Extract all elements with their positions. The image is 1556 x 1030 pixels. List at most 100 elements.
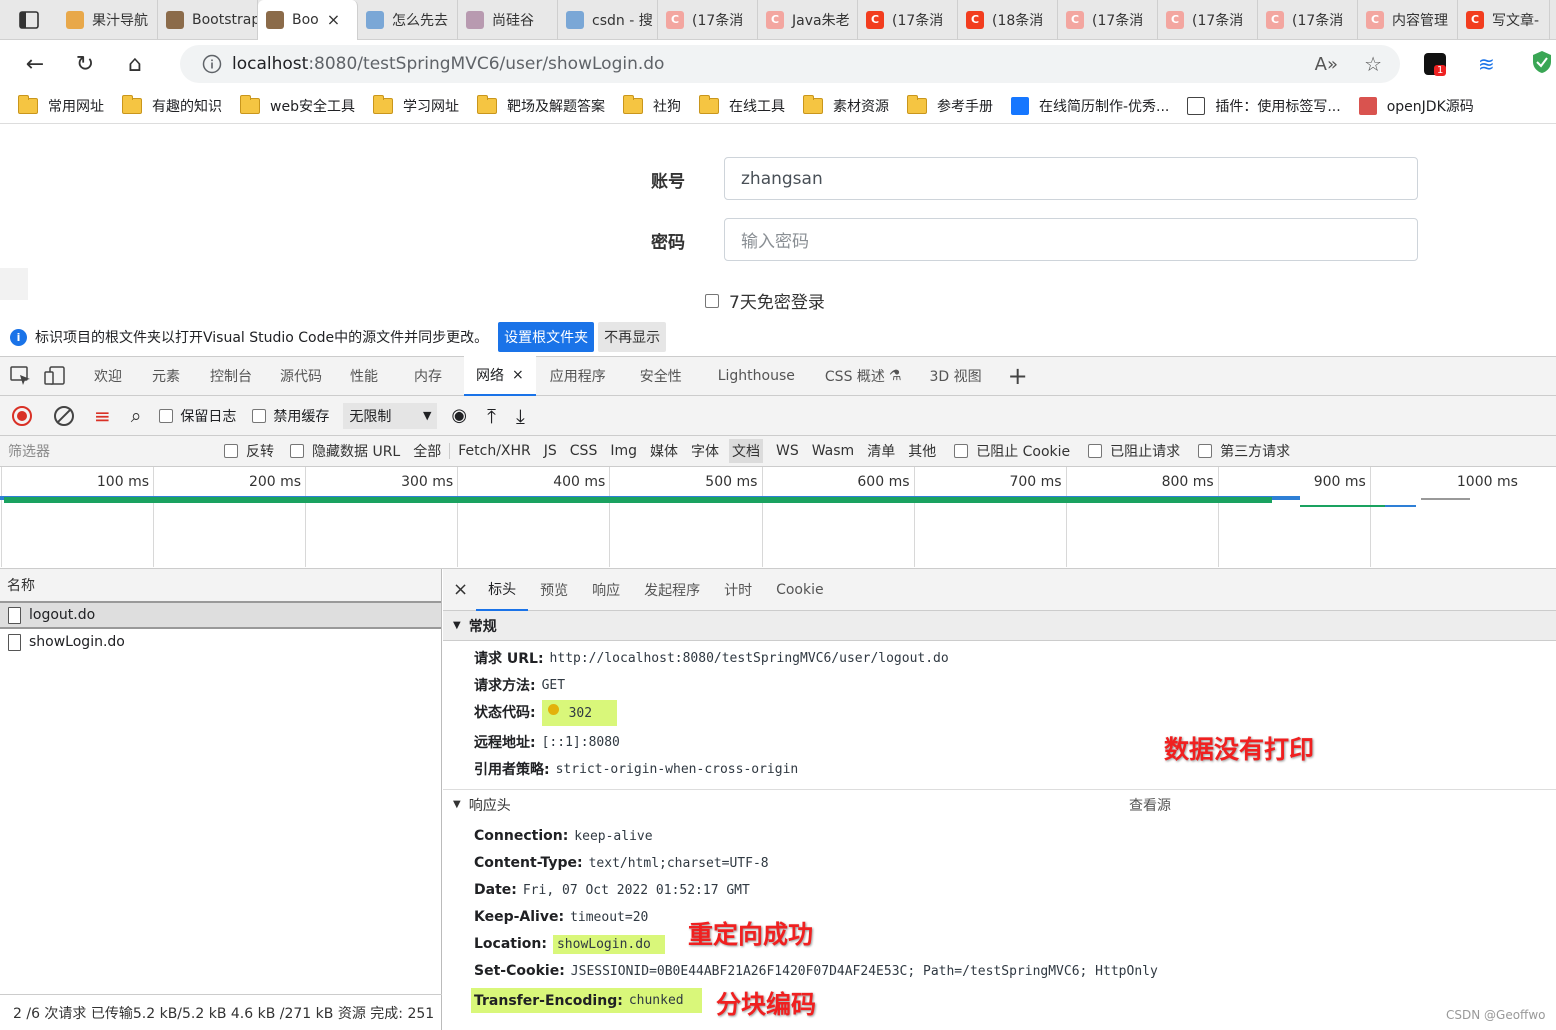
devtools-tab[interactable]: Lighthouse [702, 356, 811, 396]
devtools-tab[interactable]: 性能 [336, 356, 392, 396]
browser-tab[interactable]: C (17条消 [1158, 0, 1258, 40]
dont-show-again-button[interactable]: 不再显示 [598, 322, 667, 352]
browser-tab[interactable]: 尚硅谷 [458, 0, 558, 40]
bookmark-folder[interactable]: web安全工具 [240, 94, 355, 116]
back-button[interactable]: ← [10, 44, 60, 84]
password-input[interactable]: 输入密码 [724, 218, 1418, 261]
filter-checkbox[interactable] [290, 444, 304, 458]
browser-tab[interactable]: C (18条消 [958, 0, 1058, 40]
devtools-tab[interactable]: 源代码 [266, 356, 336, 396]
bookmark-folder[interactable]: 常用网址 [18, 94, 104, 116]
address-bar[interactable]: localhost:8080/testSpringMVC6/user/showL… [180, 45, 1400, 83]
inspect-element-button[interactable] [0, 356, 38, 396]
remember-me[interactable]: 7天免密登录 [705, 288, 825, 313]
collections-icon[interactable]: ≋ [1478, 52, 1495, 76]
bookmark-folder[interactable]: 在线工具 [698, 94, 785, 116]
bookmark-folder[interactable]: 学习网址 [372, 94, 459, 116]
bookmark-link[interactable]: openJDK源码 [1358, 96, 1474, 116]
search-icon[interactable]: ⌕ [131, 405, 142, 427]
browser-tab[interactable]: C (17条消 [1058, 0, 1158, 40]
filter-type-5[interactable]: 媒体 [650, 441, 678, 461]
extension-icon[interactable]: 1 [1424, 53, 1447, 76]
filter-checkbox[interactable] [1198, 444, 1213, 458]
browser-tab[interactable]: C (17条消 [1258, 0, 1358, 40]
details-tab[interactable]: 预览 [528, 569, 580, 611]
tab-close-icon[interactable]: × [512, 367, 524, 383]
name-column-header[interactable]: 名称 [0, 569, 441, 603]
bookmark-link[interactable]: 插件：使用标签写... [1187, 96, 1341, 116]
devtools-tab[interactable]: 欢迎 [80, 356, 136, 396]
reload-button[interactable]: ↻ [60, 44, 110, 84]
browser-tab[interactable]: Bootstrap [158, 0, 258, 40]
browser-tab[interactable]: C (17条消 [658, 0, 758, 40]
record-icon[interactable] [12, 405, 32, 426]
details-tab[interactable]: 响应 [580, 569, 632, 611]
details-tab[interactable]: 发起程序 [632, 569, 712, 611]
request-row[interactable]: logout.do [0, 603, 441, 629]
bookmark-folder[interactable]: 有趣的知识 [122, 94, 222, 116]
devtools-tab[interactable]: 元素 [136, 356, 196, 396]
filter-type-9[interactable]: Wasm [812, 443, 854, 459]
filter-type-2[interactable]: JS [544, 443, 557, 459]
devtools-tab[interactable]: 安全性 [620, 356, 702, 396]
response-headers-section-header[interactable]: ▼ 响应头 查看源 [443, 789, 1556, 819]
side-handle[interactable] [0, 268, 28, 300]
browser-tab[interactable]: 怎么先去 [358, 0, 458, 40]
filter-checkbox[interactable] [954, 444, 969, 458]
bookmark-folder[interactable]: 素材资源 [802, 94, 889, 116]
filter-type-6[interactable]: 字体 [691, 441, 719, 461]
read-aloud-icon[interactable]: A» [1315, 54, 1338, 75]
browser-tab[interactable]: C 内容管理 [1358, 0, 1458, 40]
bookmark-link[interactable]: 在线简历制作-优秀... [1010, 96, 1169, 116]
bookmark-folder[interactable]: 参考手册 [906, 94, 993, 116]
browser-tab[interactable]: C Java朱老 [758, 0, 858, 40]
filter-type-4[interactable]: Img [610, 443, 637, 459]
tab-actions-button[interactable] [0, 0, 58, 40]
filter-checkbox[interactable] [1088, 444, 1103, 458]
browser-tab[interactable]: csdn - 搜 [558, 0, 658, 40]
browser-tab[interactable]: Boo × [258, 0, 358, 40]
account-input[interactable]: zhangsan [724, 157, 1418, 200]
browser-tab[interactable]: C (17条消 [858, 0, 958, 40]
devtools-tab[interactable]: 应用程序 [536, 356, 620, 396]
more-tabs-button[interactable]: + [996, 356, 1040, 396]
throttle-select[interactable]: 无限制 ▼ [343, 402, 438, 429]
preserve-log-checkbox[interactable] [159, 408, 174, 423]
general-section-header[interactable]: ▼ 常规 [443, 611, 1556, 641]
network-conditions-icon[interactable]: ◉ [451, 405, 467, 426]
filter-type-7[interactable]: 文档 [729, 439, 763, 463]
disable-cache-checkbox[interactable] [252, 408, 267, 423]
devtools-tab[interactable]: 控制台 [196, 356, 266, 396]
bookmark-folder[interactable]: 靶场及解题答案 [476, 94, 605, 116]
remember-checkbox[interactable] [705, 293, 719, 308]
filter-type-10[interactable]: 清单 [867, 441, 895, 461]
browser-tab[interactable]: 果汁导航 [58, 0, 158, 40]
filter-input[interactable]: 筛选器 [8, 441, 208, 461]
devtools-tab[interactable]: 网络 × [464, 356, 536, 396]
filter-type-3[interactable]: CSS [570, 443, 598, 459]
filter-icon[interactable]: ≡ [94, 404, 111, 428]
filter-checkbox[interactable] [224, 444, 238, 458]
bookmark-folder[interactable]: 社狗 [622, 94, 681, 116]
set-root-folder-button[interactable]: 设置根文件夹 [498, 322, 595, 352]
devtools-tab[interactable]: 内存 [392, 356, 464, 396]
browser-tab[interactable]: C 写文章- [1458, 0, 1550, 40]
tab-close-icon[interactable]: × [327, 10, 340, 29]
request-row[interactable]: showLogin.do [0, 629, 441, 655]
details-tab[interactable]: 标头 [476, 569, 529, 611]
details-tab[interactable]: 计时 [712, 569, 764, 611]
devtools-tab[interactable]: CSS 概述 ⚗ [811, 356, 916, 396]
shield-icon[interactable] [1532, 50, 1552, 74]
details-tab[interactable]: Cookie [764, 569, 836, 611]
devtools-tab[interactable]: 3D 视图 [915, 356, 995, 396]
filter-type-8[interactable]: WS [776, 443, 799, 459]
filter-type-0[interactable]: 全部 [413, 441, 441, 461]
device-toolbar-button[interactable] [38, 356, 80, 396]
favorite-star-icon[interactable]: ☆ [1364, 52, 1382, 76]
home-button[interactable]: ⌂ [110, 44, 160, 84]
clear-icon[interactable] [54, 405, 74, 426]
filter-type-11[interactable]: 其他 [908, 441, 936, 461]
import-har-icon[interactable]: ⤒ [487, 404, 496, 428]
export-har-icon[interactable]: ⤓ [516, 404, 525, 428]
view-source-link[interactable]: 查看源 [1129, 795, 1171, 815]
